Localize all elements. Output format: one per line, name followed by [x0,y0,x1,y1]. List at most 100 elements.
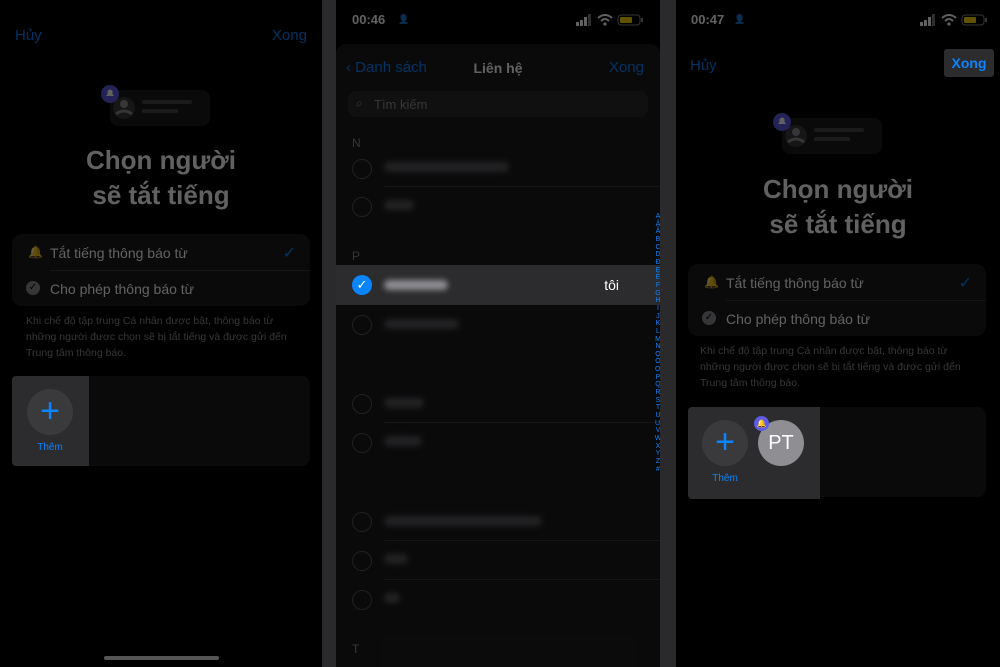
footnote-line: những người được chọn sẽ bị tắt tiếng và… [26,331,287,343]
done-button[interactable]: Xong [944,49,994,77]
option-label: Cho phép thông báo từ [50,281,195,297]
contact-name [384,319,459,329]
contact-row[interactable] [336,541,660,579]
mute-illustration [772,112,887,162]
contact-row[interactable] [336,580,660,618]
contact-row[interactable] [336,502,660,540]
index-letter[interactable]: N [654,343,660,351]
done-button[interactable]: Xong [609,59,644,76]
index-letter[interactable]: F [654,282,660,290]
title-line-2: sẽ tắt tiếng [769,209,907,239]
index-letter[interactable]: R [654,389,660,397]
unchecked-circle-icon [352,551,372,571]
option-label: Tắt tiếng thông báo từ [50,245,188,261]
add-person-cell[interactable]: + Thêm [688,407,758,499]
footnote-line: những người được chọn sẽ bị tắt tiếng và… [700,361,961,373]
done-button[interactable]: Xong [272,27,307,44]
person-icon: 👤 [734,14,746,24]
footnote-line: Khi chế độ tập trung Cá nhân được bật, t… [700,345,948,357]
option-allow-from[interactable]: ✓ Cho phép thông báo từ [688,300,986,336]
contact-name [384,516,542,526]
contact-row[interactable] [336,384,660,422]
me-tag: tôi [604,277,619,293]
section-header: T [352,642,360,656]
index-letter[interactable]: Z [654,458,660,466]
option-mute-from[interactable]: 🔔 Tắt tiếng thông báo từ ✓ [12,234,310,270]
index-letter[interactable]: U [654,412,660,420]
index-letter[interactable]: X [654,443,660,451]
title-line-2: sẽ tắt tiếng [92,180,230,210]
index-letter[interactable]: J [654,313,660,321]
contact-row[interactable] [336,187,660,225]
alphabet-index[interactable]: A Ă Â B C D Đ E Ê F G H I J K L M N O Ô Ơ P Q R S T U Ư V W X Y Z # [654,213,660,473]
index-letter[interactable]: G [654,290,660,298]
section-header: P [352,249,361,263]
index-letter[interactable]: V [654,427,660,435]
done-label: Xong [951,55,987,71]
bell-slash-icon: 🔔 [754,416,769,431]
add-person-cell[interactable]: + Thêm [12,376,89,466]
mode-options-card: 🔔 Tắt tiếng thông báo từ ✓ ✓ Cho phép th… [688,264,986,336]
muted-contact[interactable]: PT 🔔 [754,407,820,499]
plus-icon[interactable]: + [702,420,748,466]
option-label: Cho phép thông báo từ [726,311,871,327]
index-letter[interactable]: Q [654,381,660,389]
search-icon: ⌕ [356,96,363,110]
title-line-1: Chọn người [763,174,913,204]
index-letter[interactable]: H [654,297,660,305]
section-header-blurred [352,364,412,374]
option-allow-from[interactable]: ✓ Cho phép thông báo từ [12,270,310,306]
index-letter[interactable]: P [654,374,660,382]
panel-choose-muted-people-empty: Hủy Xong Chọn người sẽ tắt tiếng 🔔 Tắt t… [0,0,322,667]
contact-name [384,554,408,564]
checked-circle-icon: ✓ [352,275,372,295]
mute-illustration [100,84,215,134]
index-letter[interactable]: K [654,320,660,328]
index-letter[interactable]: Ư [654,420,660,428]
index-letter[interactable]: I [654,305,660,313]
title-line-1: Chọn người [86,145,236,175]
index-letter[interactable]: D [654,251,660,259]
plus-icon[interactable]: + [27,389,73,435]
status-icons [920,13,988,26]
add-label: Thêm [37,442,63,453]
contact-row[interactable] [336,148,660,186]
index-letter[interactable]: A [654,213,660,221]
index-letter[interactable]: Đ [654,259,660,267]
contact-row[interactable] [336,304,660,344]
footnote-line: Khi chế độ tập trung Cá nhân được bật, t… [26,315,274,327]
footnote: Khi chế độ tập trung Cá nhân được bật, t… [26,313,316,361]
index-letter[interactable]: T [654,404,660,412]
people-cell-highlight: + Thêm PT 🔔 [688,407,820,499]
checkmark-circle-icon: ✓ [26,281,40,295]
unchecked-circle-icon [352,159,372,179]
contact-row[interactable] [336,423,660,461]
contact-name [384,398,424,408]
index-letter[interactable]: M [654,336,660,344]
index-letter[interactable]: C [654,244,660,252]
index-letter[interactable]: Y [654,450,660,458]
cancel-button[interactable]: Hủy [15,27,42,44]
bell-slash-icon: 🔔 [704,275,719,289]
index-letter[interactable]: Ê [654,274,660,282]
index-letter[interactable]: # [654,466,660,474]
index-letter[interactable]: W [654,435,660,443]
unchecked-circle-icon [352,197,372,217]
index-letter[interactable]: Ô [654,358,660,366]
index-letter[interactable]: Â [654,228,660,236]
index-letter[interactable]: L [654,328,660,336]
contact-name [384,200,414,210]
contacts-sheet: ‹ Danh sách Liên hệ Xong ⌕ Tìm kiếm N P [336,44,660,667]
unchecked-circle-icon [352,512,372,532]
checkmark-icon: ✓ [282,245,296,262]
selected-contact-row[interactable]: ✓ tôi [336,265,660,305]
status-icons [576,13,644,26]
search-field[interactable]: ⌕ Tìm kiếm [348,91,648,117]
index-letter[interactable]: S [654,397,660,405]
index-letter[interactable]: B [654,236,660,244]
index-letter[interactable]: Ơ [654,366,660,374]
checkmark-circle-icon: ✓ [702,311,716,325]
panel-contacts-picker: 00:46 👤 ‹ Danh sách Liên hệ Xong ⌕ Tìm k… [336,0,660,667]
option-mute-from[interactable]: 🔔 Tắt tiếng thông báo từ ✓ [688,264,986,300]
cancel-button[interactable]: Hủy [690,57,717,74]
